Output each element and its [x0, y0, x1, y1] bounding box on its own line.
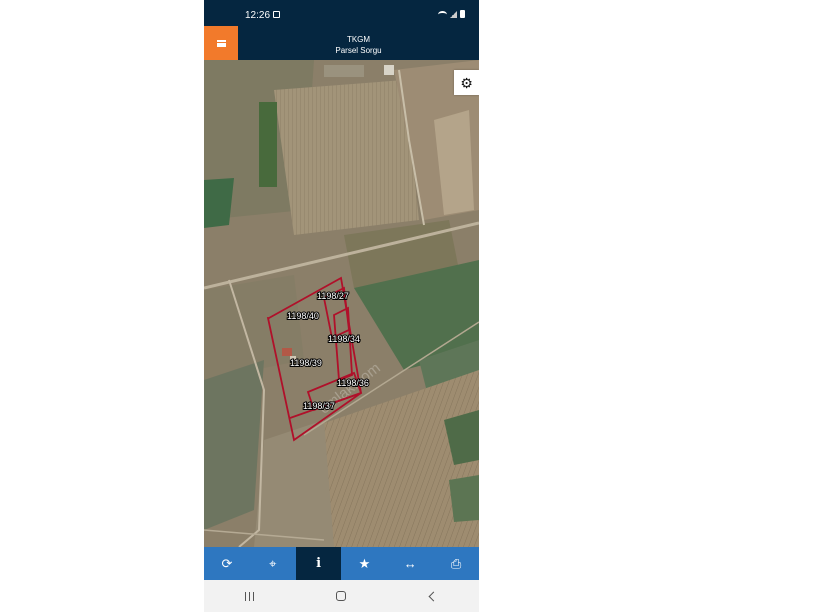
home-button[interactable]	[321, 584, 361, 608]
title-line-1: TKGM	[346, 35, 371, 44]
gear-icon: ⚙	[460, 74, 473, 91]
refresh-button[interactable]: ⟳	[204, 547, 250, 580]
parcel-label[interactable]: 1198/36	[336, 377, 370, 389]
title-line-2: Parsel Sorgu	[335, 46, 382, 55]
star-icon: ★	[358, 555, 371, 571]
signal-icon	[450, 10, 457, 18]
image-notification-icon	[273, 11, 280, 18]
parcel-label[interactable]: 1198/37	[302, 400, 336, 412]
menu-button[interactable]	[204, 26, 238, 60]
print-icon: ⎙	[450, 555, 462, 571]
print-button[interactable]: ⎙	[433, 547, 479, 580]
map-canvas[interactable]: emlak.com 1198/27 1198/40 1198/34 1198/3…	[204, 60, 479, 547]
favorite-button[interactable]: ★	[341, 547, 387, 580]
parcel-label[interactable]: 1198/34	[327, 333, 361, 345]
parcel-label[interactable]: 1198/39	[289, 357, 323, 369]
back-button[interactable]	[413, 584, 453, 608]
locate-icon: ⌖	[269, 555, 277, 571]
page-title: TKGM Parsel Sorgu	[238, 34, 479, 56]
status-indicators	[438, 10, 465, 18]
recents-icon	[245, 591, 255, 601]
home-icon	[336, 591, 347, 601]
android-nav-bar	[204, 580, 479, 612]
measure-icon: ↔	[403, 556, 417, 571]
status-time: 12:26	[245, 10, 271, 21]
phone-screen: 12:26 TKGM Parsel Sorgu emlak.com 1198/2…	[204, 0, 479, 612]
battery-icon	[460, 10, 465, 18]
recents-button[interactable]	[230, 584, 270, 608]
info-icon: i	[316, 556, 322, 571]
locate-button[interactable]: ⌖	[250, 547, 296, 580]
parcel-label[interactable]: 1198/40	[286, 310, 320, 322]
measure-button[interactable]: ↔	[387, 547, 433, 580]
hamburger-icon	[216, 39, 226, 47]
info-button[interactable]: i	[295, 547, 342, 580]
refresh-icon: ⟳	[221, 555, 233, 571]
wifi-icon	[438, 10, 447, 18]
settings-button[interactable]: ⚙	[454, 70, 479, 95]
parcel-label[interactable]: 1198/27	[316, 290, 350, 302]
bottom-toolbar: ⟳ ⌖ i ★ ↔ ⎙	[204, 547, 479, 580]
back-icon	[428, 591, 439, 601]
status-bar: 12:26	[204, 0, 479, 26]
satellite-map[interactable]: emlak.com 1198/27 1198/40 1198/34 1198/3…	[204, 60, 479, 547]
app-header: TKGM Parsel Sorgu	[204, 26, 479, 60]
